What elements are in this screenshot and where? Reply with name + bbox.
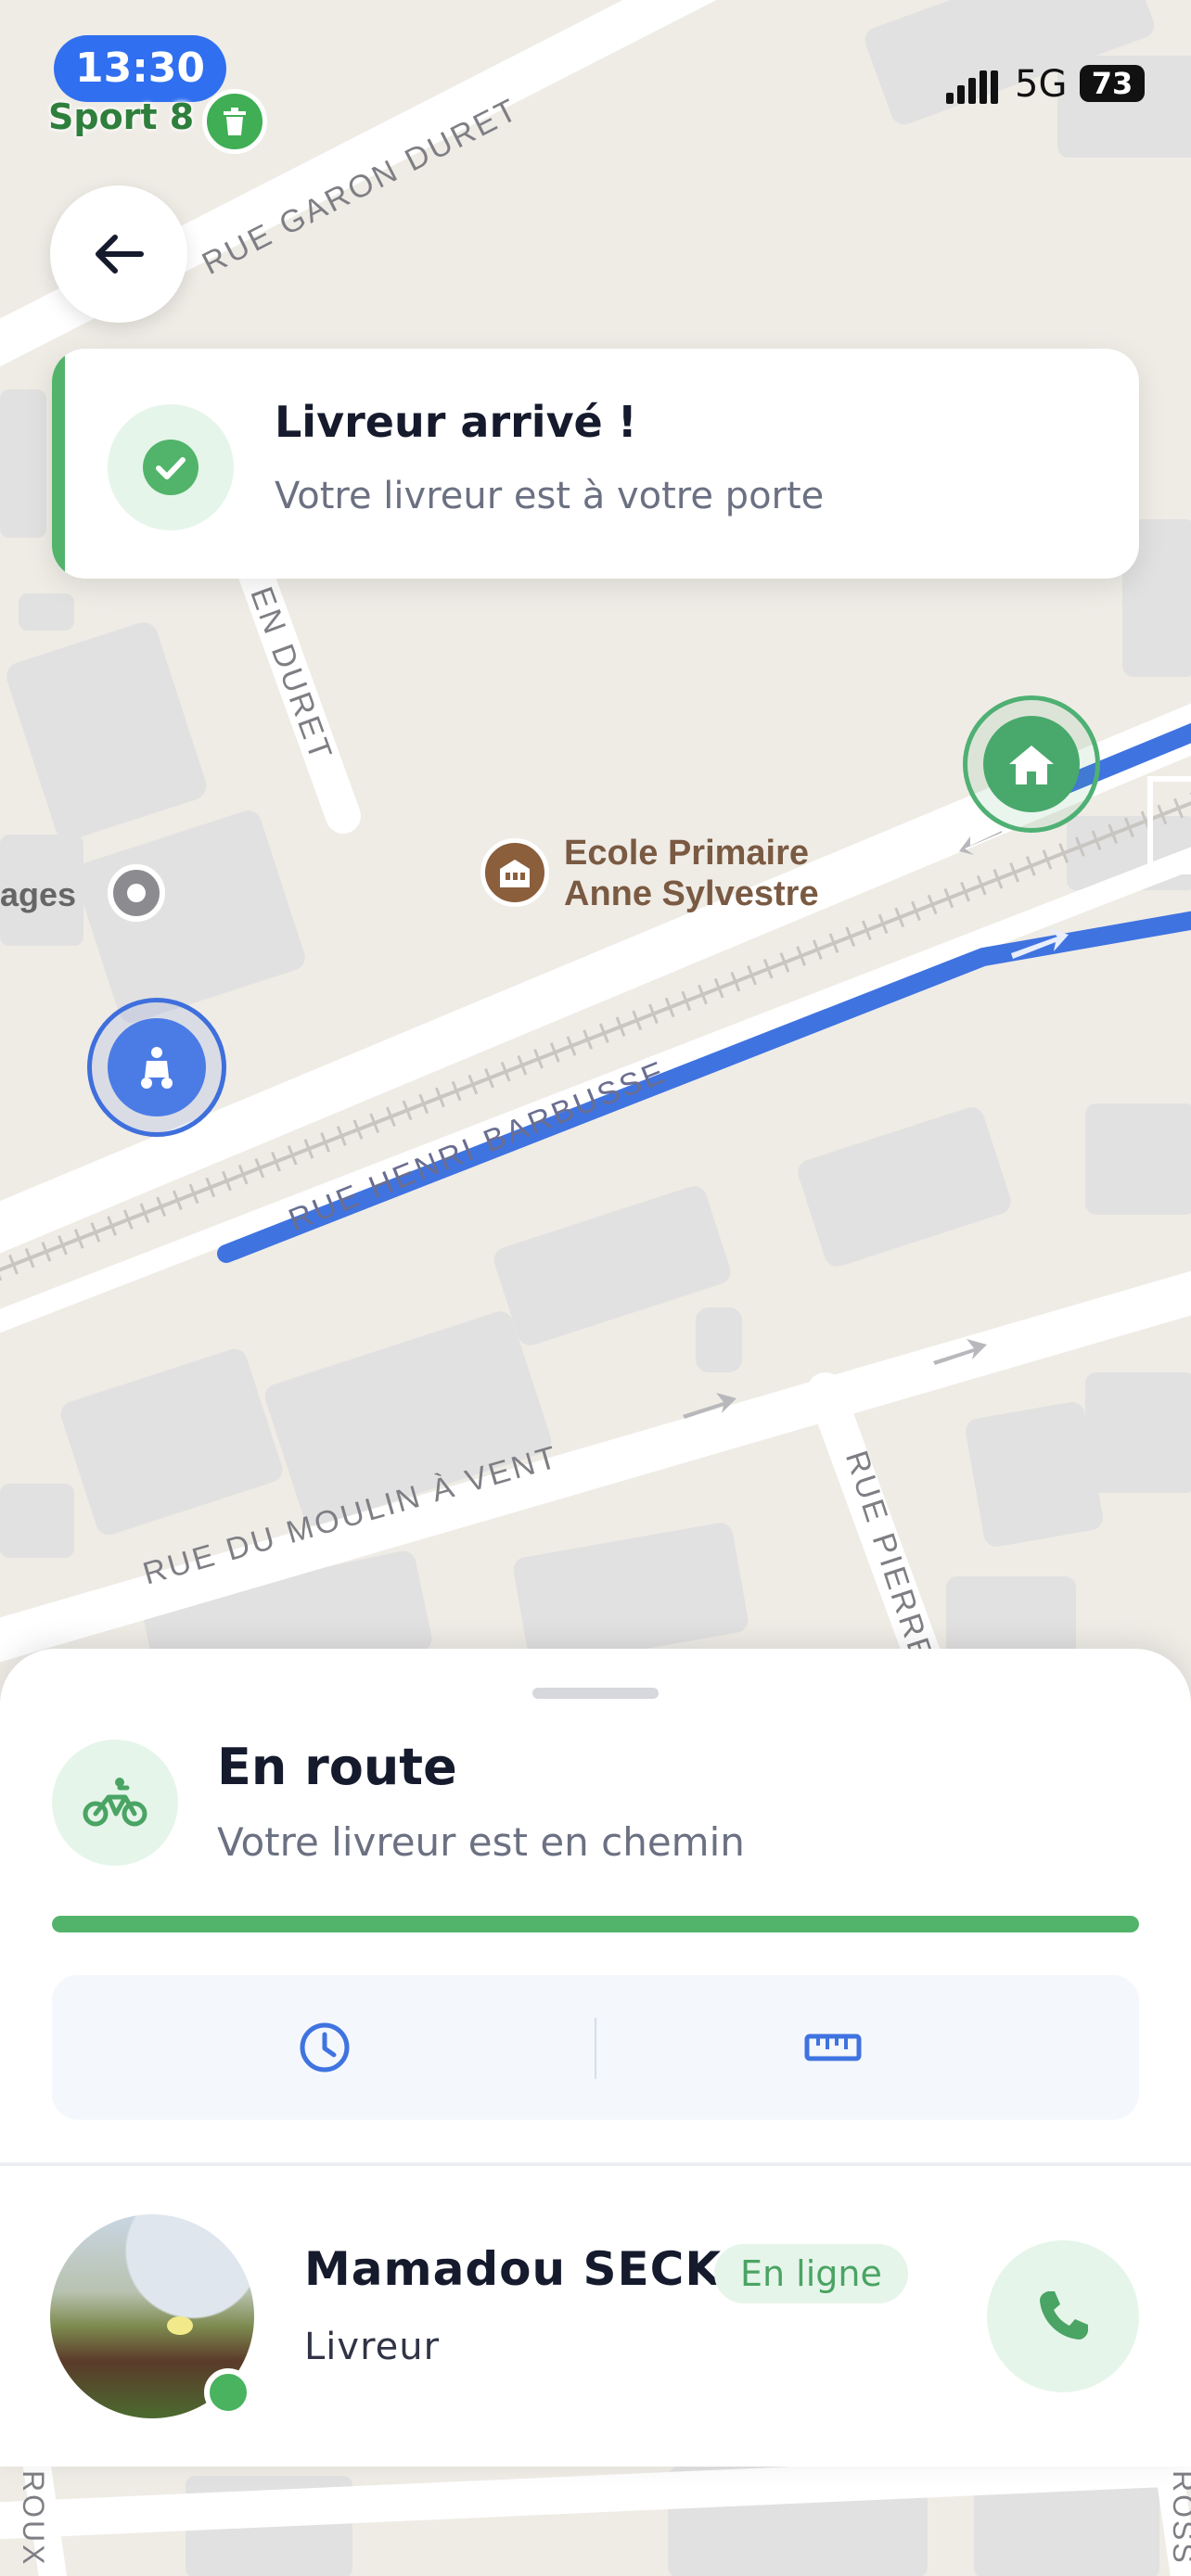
arrival-notification[interactable]: Livreur arrivé ! Votre livreur est à vot… <box>52 349 1139 579</box>
notification-subtitle: Votre livreur est à votre porte <box>275 475 825 517</box>
avatar[interactable] <box>50 2214 254 2418</box>
avatar-photo-detail <box>167 2316 193 2335</box>
sheet-grabber[interactable] <box>532 1688 659 1699</box>
street-label-bottom-right: ROSS <box>1167 2470 1191 2566</box>
clock-icon[interactable] <box>297 2020 352 2079</box>
notification-title: Livreur arrivé ! <box>275 397 637 447</box>
sheet-divider <box>0 2162 1191 2166</box>
delivery-status-subtitle: Votre livreur est en chemin <box>217 1819 745 1865</box>
home-icon <box>983 716 1080 812</box>
delivery-progress-fill <box>52 1916 1139 1932</box>
map-pin[interactable] <box>108 864 165 922</box>
battery-icon: 73 <box>1080 65 1145 102</box>
street-label-ages: ages <box>0 875 77 913</box>
scooter-icon <box>108 1018 206 1116</box>
school-icon[interactable] <box>480 838 549 907</box>
poi-name-line2: Anne Sylvestre <box>564 874 819 913</box>
poi-name[interactable]: Ecole Primaire Anne Sylvestre <box>564 833 819 914</box>
call-button[interactable] <box>987 2240 1139 2392</box>
check-circle-icon <box>108 404 234 530</box>
signal-icon <box>946 69 998 109</box>
network-type: 5G <box>1015 63 1068 106</box>
courier-name: Mamadou SECK <box>304 2242 723 2296</box>
destination-marker[interactable] <box>963 695 1100 833</box>
ruler-icon[interactable] <box>803 2020 863 2079</box>
delivery-status-title: En route <box>217 1738 457 1796</box>
status-time: 13:30 <box>54 35 226 102</box>
delivery-info-box <box>52 1975 1139 2120</box>
online-indicator <box>204 2368 252 2417</box>
status-badge: En ligne <box>714 2244 908 2303</box>
delivery-sheet[interactable]: En route Votre livreur est en chemin Mam… <box>0 1649 1191 2467</box>
poi-name-line1: Ecole Primaire <box>564 834 810 873</box>
delivery-progress-bar <box>52 1916 1139 1932</box>
info-divider <box>595 2018 596 2079</box>
street-label-bottom-left: ROUX <box>17 2470 50 2568</box>
arrow-left-icon <box>96 235 144 274</box>
back-button[interactable] <box>50 185 187 323</box>
trash-icon <box>202 89 267 154</box>
notification-accent <box>52 349 65 579</box>
phone-icon <box>1040 2291 1088 2340</box>
app-badge-label: Sport 8 <box>48 96 195 137</box>
courier-role: Livreur <box>304 2326 441 2368</box>
courier-marker[interactable] <box>87 998 226 1137</box>
bicycle-icon <box>52 1740 178 1866</box>
